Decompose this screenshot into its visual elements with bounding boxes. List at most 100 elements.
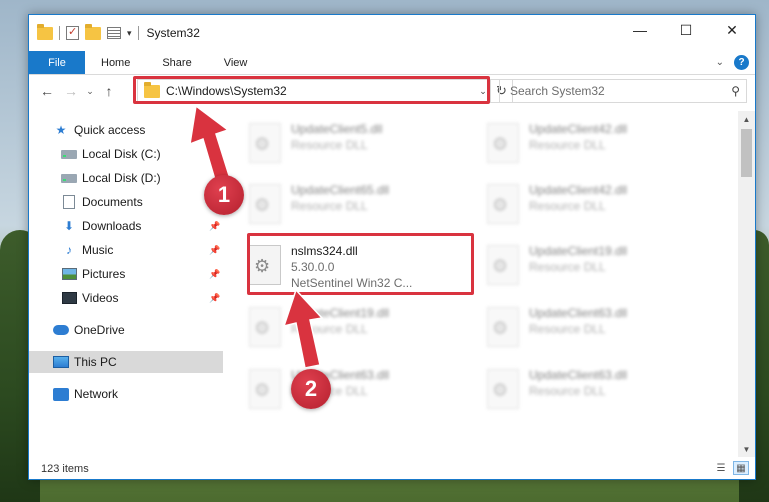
forward-button[interactable]: → — [59, 79, 83, 103]
close-button[interactable]: ✕ — [709, 15, 755, 45]
sidebar-item-label: Local Disk (D:) — [82, 171, 161, 185]
address-path[interactable]: C:\Windows\System32 — [166, 84, 476, 98]
folder-icon — [37, 23, 53, 40]
expand-ribbon-chevron-icon[interactable]: ⌄ — [716, 57, 724, 68]
recent-locations-chevron-icon[interactable]: ⌄ — [83, 79, 97, 103]
sidebar-item-label: Quick access — [74, 123, 146, 137]
file-description: Resource DLL — [529, 322, 606, 336]
sidebar-item-quick-access[interactable]: ★ Quick access — [29, 119, 223, 141]
download-arrow-icon: ⬇ — [63, 219, 75, 233]
details-view-icon[interactable]: ☰ — [713, 461, 729, 475]
navigation-row: ← → ⌄ ↑ C:\Windows\System32 ⌄ ↻ ⚲ — [29, 75, 755, 107]
sidebar-item-label: Documents — [82, 195, 143, 209]
tab-view[interactable]: View — [208, 51, 264, 74]
vertical-scrollbar[interactable]: ▲ ▼ — [738, 111, 755, 457]
navigation-pane: ★ Quick access Local Disk (C:) Local Dis… — [29, 111, 223, 457]
file-explorer-window: ▾ System32 — ☐ ✕ File Home Share View ⌄ … — [28, 14, 756, 480]
file-tile[interactable]: UpdateClient63.dllResource DLL — [249, 365, 479, 421]
sidebar-item-videos[interactable]: Videos 📌 — [29, 287, 223, 309]
window-title: System32 — [146, 26, 200, 40]
minimize-button[interactable]: — — [617, 15, 663, 45]
sidebar-item-label: Videos — [82, 291, 119, 305]
dll-file-icon — [487, 369, 519, 409]
dll-file-icon — [487, 307, 519, 347]
cloud-icon — [53, 325, 69, 335]
properties-list-icon[interactable] — [107, 27, 121, 39]
pictures-icon — [61, 268, 77, 280]
properties-check-icon[interactable] — [66, 25, 79, 40]
tab-home[interactable]: Home — [85, 51, 146, 74]
scroll-up-icon[interactable]: ▲ — [738, 111, 755, 127]
file-tile-nslms324[interactable]: nslms324.dll 5.30.0.0 NetSentinel Win32 … — [249, 241, 479, 305]
file-tile[interactable]: UpdateClient63.dllResource DLL — [487, 303, 717, 359]
dll-file-icon — [249, 307, 281, 347]
sidebar-item-this-pc[interactable]: This PC — [29, 351, 223, 373]
sidebar-item-documents[interactable]: Documents — [29, 191, 223, 213]
music-note-icon: ♪ — [66, 243, 72, 257]
file-name: UpdateClient5.dll — [291, 122, 383, 136]
file-name: UpdateClient19.dll — [529, 244, 628, 258]
sidebar-item-label: Downloads — [82, 219, 142, 233]
search-box[interactable]: ⚲ — [499, 79, 747, 103]
pin-icon[interactable]: 📌 — [209, 245, 220, 256]
sidebar-item-label: Pictures — [82, 267, 126, 281]
dll-file-icon — [487, 184, 519, 224]
drive-icon — [61, 173, 77, 183]
maximize-button[interactable]: ☐ — [663, 15, 709, 45]
tab-share[interactable]: Share — [146, 51, 207, 74]
file-name: UpdateClient63.dll — [529, 368, 628, 382]
file-tile[interactable]: UpdateClient19.dll Resource DLL — [487, 241, 717, 297]
scroll-down-icon[interactable]: ▼ — [738, 441, 755, 457]
file-name: UpdateClient42.dll — [529, 183, 628, 197]
sidebar-item-local-disk-d[interactable]: Local Disk (D:) — [29, 167, 223, 189]
file-description: Resource DLL — [529, 199, 606, 213]
customize-toolbar-chevron-icon[interactable]: ▾ — [127, 28, 132, 39]
sidebar-item-pictures[interactable]: Pictures 📌 — [29, 263, 223, 285]
sidebar-item-local-disk-c[interactable]: Local Disk (C:) — [29, 143, 223, 165]
sidebar-item-music[interactable]: ♪ Music 📌 — [29, 239, 223, 261]
status-bar: 123 items ☰ ▦ — [29, 457, 755, 481]
file-tile[interactable]: UpdateClient19.dll Resource DLL — [249, 303, 479, 359]
title-bar: ▾ System32 — ☐ ✕ — [29, 15, 755, 51]
scrollbar-thumb[interactable] — [741, 129, 752, 177]
address-history-chevron-icon[interactable]: ⌄ — [476, 86, 490, 97]
callout-badge-2: 2 — [291, 369, 331, 409]
dll-file-icon — [249, 123, 281, 163]
file-version: 5.30.0.0 — [291, 260, 335, 274]
search-icon[interactable]: ⚲ — [731, 84, 740, 98]
pin-icon[interactable]: 📌 — [209, 269, 220, 280]
help-icon[interactable]: ? — [734, 55, 749, 70]
new-folder-icon[interactable] — [85, 23, 101, 40]
address-bar[interactable]: C:\Windows\System32 ⌄ — [137, 79, 491, 103]
file-description: Resource DLL — [529, 260, 606, 274]
file-tile[interactable]: UpdateClient5.dll Resource DLL — [249, 119, 479, 175]
search-input[interactable] — [510, 84, 732, 98]
sidebar-item-network[interactable]: Network — [29, 383, 223, 405]
videos-icon — [61, 292, 77, 304]
sidebar-item-onedrive[interactable]: OneDrive — [29, 319, 223, 341]
folder-icon — [144, 81, 160, 98]
file-description: Resource DLL — [291, 199, 368, 213]
file-tile[interactable]: UpdateClient65.dll Resource DLL — [249, 180, 479, 236]
file-tile[interactable]: UpdateClient63.dllResource DLL — [487, 365, 717, 421]
file-tile[interactable]: UpdateClient42.dll Resource DLL — [487, 180, 717, 236]
file-name: UpdateClient65.dll — [291, 183, 390, 197]
file-tile[interactable]: UpdateClient42.dll Resource DLL — [487, 119, 717, 175]
sidebar-item-label: Network — [74, 387, 119, 401]
ribbon-tabs: File Home Share View ⌄ ? — [29, 51, 755, 75]
tiles-view-icon[interactable]: ▦ — [733, 461, 749, 475]
sidebar-item-downloads[interactable]: ⬇ Downloads 📌 — [29, 215, 223, 237]
toolbar-divider — [137, 26, 139, 40]
file-name: nslms324.dll — [291, 244, 358, 258]
toolbar-divider — [59, 26, 60, 40]
pin-icon[interactable]: 📌 — [209, 221, 220, 232]
tab-file[interactable]: File — [29, 51, 85, 74]
sidebar-item-label: This PC — [74, 355, 117, 369]
file-name: UpdateClient42.dll — [529, 122, 628, 136]
file-description: NetSentinel Win32 C... — [291, 276, 413, 290]
sidebar-item-label: OneDrive — [74, 323, 125, 337]
back-button[interactable]: ← — [35, 79, 59, 103]
up-button[interactable]: ↑ — [97, 79, 121, 103]
dll-file-icon — [249, 245, 281, 285]
pin-icon[interactable]: 📌 — [209, 293, 220, 304]
